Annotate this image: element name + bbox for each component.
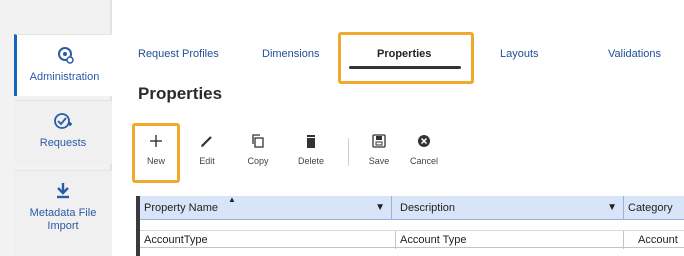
column-header-label: Property Name xyxy=(144,202,218,214)
save-button[interactable]: Save xyxy=(357,134,401,166)
sidebar-item-metadata-file-import[interactable]: Metadata File Import xyxy=(14,170,112,256)
requests-check-icon xyxy=(54,113,72,129)
copy-button[interactable]: Copy xyxy=(236,134,280,166)
tab-validations[interactable]: Validations xyxy=(608,48,661,60)
sidebar-item-requests[interactable]: Requests xyxy=(14,100,112,164)
admin-gear-icon xyxy=(57,47,74,64)
grid-header: Property Name ▲ ▼ Description ▼ Category xyxy=(140,195,684,220)
column-header-property-name[interactable]: Property Name ▲ ▼ xyxy=(140,195,392,220)
sidebar-item-label: Administration xyxy=(29,71,100,83)
table-row[interactable]: AccountType Account Type Account xyxy=(140,230,684,249)
edit-button[interactable]: Edit xyxy=(185,134,229,166)
trash-icon xyxy=(307,135,315,148)
sort-asc-icon: ▲ xyxy=(228,195,236,204)
column-header-label: Description xyxy=(400,202,456,214)
cell-property-name[interactable]: AccountType xyxy=(140,231,396,249)
tab-request-profiles[interactable]: Request Profiles xyxy=(138,48,219,60)
cancel-button[interactable]: Cancel xyxy=(402,134,446,166)
download-icon xyxy=(57,183,69,199)
column-header-description[interactable]: Description ▼ xyxy=(396,196,624,220)
filter-icon[interactable]: ▼ xyxy=(607,196,617,220)
properties-grid: Property Name ▲ ▼ Description ▼ Category… xyxy=(136,195,684,256)
sidebar-item-administration[interactable]: Administration xyxy=(14,34,112,96)
tab-dimensions[interactable]: Dimensions xyxy=(262,48,319,60)
save-icon xyxy=(372,134,386,148)
delete-button[interactable]: Delete xyxy=(289,134,333,166)
tab-layouts[interactable]: Layouts xyxy=(500,48,539,60)
column-header-label: Category xyxy=(628,202,673,214)
page-title: Properties xyxy=(138,84,223,103)
edit-button-label: Edit xyxy=(199,156,215,166)
properties-tab-highlight xyxy=(338,32,474,84)
cell-category[interactable]: Account xyxy=(624,231,684,249)
delete-button-label: Delete xyxy=(297,156,324,166)
column-header-category[interactable]: Category xyxy=(624,196,684,220)
sidebar-item-label: Requests xyxy=(39,137,87,149)
save-button-label: Save xyxy=(368,156,390,166)
cancel-button-label: Cancel xyxy=(409,156,438,166)
sidebar-item-label: Metadata File Import xyxy=(29,207,97,232)
copy-button-label: Copy xyxy=(247,156,269,166)
cancel-icon xyxy=(418,135,430,147)
cell-description[interactable]: Account Type xyxy=(396,231,624,249)
new-button-highlight xyxy=(132,123,180,183)
pencil-icon xyxy=(201,136,212,147)
filter-icon[interactable]: ▼ xyxy=(375,196,385,220)
toolbar-separator xyxy=(348,138,349,166)
copy-icon xyxy=(252,134,264,148)
